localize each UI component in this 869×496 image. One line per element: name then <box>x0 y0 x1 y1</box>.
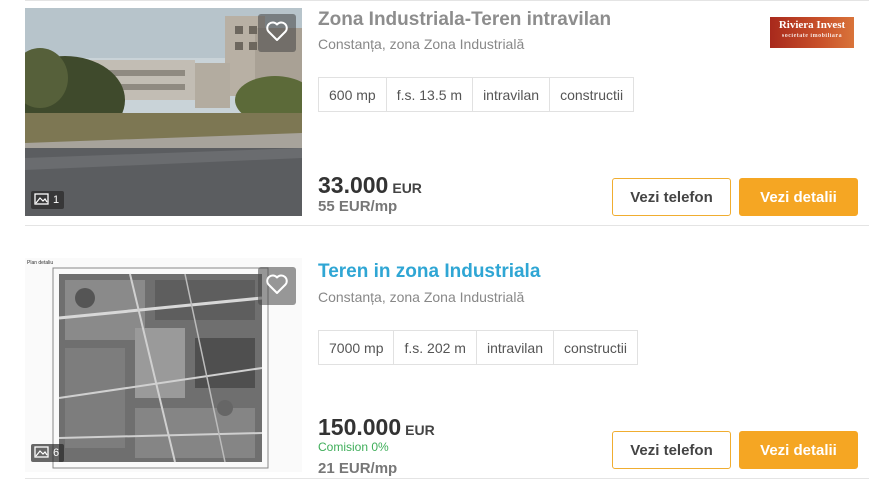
listing-card: 1 Zona Industriala-Teren intravilan Cons… <box>0 0 869 226</box>
feature-zone: intravilan <box>473 78 551 111</box>
heart-outline-icon <box>265 20 289 47</box>
feature-type: constructii <box>560 86 624 103</box>
photo-count-badge: 6 <box>31 444 65 462</box>
listing-title[interactable]: Zona Industriala-Teren intravilan <box>318 9 611 31</box>
feature-type: constructii <box>563 339 628 356</box>
view-details-button[interactable]: Vezi detalii <box>739 178 858 216</box>
photo-count-badge: 1 <box>31 191 65 209</box>
price-per-sqm: 55 EUR/mp <box>318 198 398 215</box>
favorite-button[interactable] <box>258 14 296 52</box>
feature-list: 7000 mp f.s. 202 m intravilan constructi… <box>318 330 639 365</box>
price-per-sqm: 21 EUR/mp <box>318 460 398 477</box>
image-icon <box>34 192 49 208</box>
image-icon <box>34 445 49 461</box>
view-details-button[interactable]: Vezi detalii <box>739 431 858 469</box>
favorite-button[interactable] <box>258 267 296 305</box>
commission-label: Comision 0% <box>318 440 389 454</box>
feature-list: 600 mp f.s. 13.5 m intravilan constructi… <box>318 77 635 112</box>
show-phone-button[interactable]: Vezi telefon <box>612 431 731 469</box>
price: 150.000 EUR <box>318 414 435 441</box>
heart-outline-icon <box>265 273 289 300</box>
price-currency: EUR <box>405 422 435 438</box>
agency-logo-name: Riviera Invest <box>778 19 846 31</box>
listing-card: Plan detaliu 6 Teren in zona Industriala… <box>0 226 869 496</box>
price-currency: EUR <box>392 180 422 196</box>
show-phone-button[interactable]: Vezi telefon <box>612 178 731 216</box>
agency-logo-tagline: societate imobiliara <box>781 33 843 39</box>
feature-area: 600 mp <box>319 78 387 111</box>
photo-count: 1 <box>53 194 60 206</box>
plan-caption: Plan detaliu <box>27 260 53 266</box>
feature-zone: intravilan <box>477 331 554 364</box>
listing-location: Constanța, zona Zona Industrială <box>318 289 525 305</box>
listing-title[interactable]: Teren in zona Industriala <box>318 261 540 283</box>
agency-logo[interactable]: Riviera Invest societate imobiliara <box>770 17 854 48</box>
feature-frontage: f.s. 202 m <box>394 331 477 364</box>
listing-location: Constanța, zona Zona Industrială <box>318 36 525 52</box>
price-value: 150.000 <box>318 414 402 440</box>
divider <box>25 478 869 479</box>
divider <box>25 0 869 1</box>
feature-area: 7000 mp <box>319 331 395 364</box>
feature-frontage: f.s. 13.5 m <box>387 78 474 111</box>
photo-count: 6 <box>53 447 60 459</box>
price: 33.000 EUR <box>318 172 422 199</box>
price-value: 33.000 <box>318 172 389 198</box>
